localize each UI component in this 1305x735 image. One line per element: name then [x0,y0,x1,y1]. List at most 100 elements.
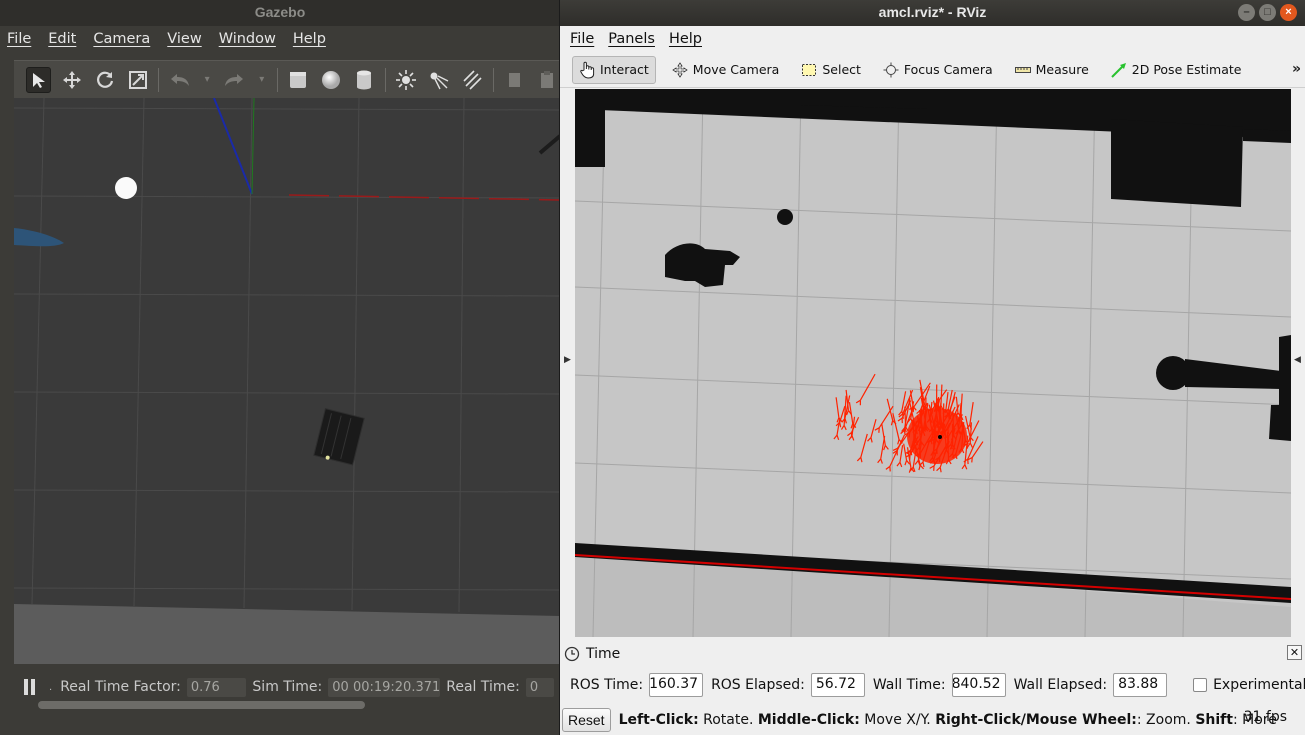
translate-icon[interactable] [59,67,84,93]
sim-time-label: Sim Time: [252,679,323,695]
clock-icon [564,646,580,662]
gazebo-bottom-border [0,712,560,735]
tool-focus-camera[interactable]: Focus Camera [877,56,999,84]
experimental-label: Experimental [1213,677,1305,693]
copy-icon[interactable] [502,67,527,93]
redo-icon[interactable] [222,67,247,93]
real-time-label: Real Time: [446,679,520,695]
pause-icon[interactable] [24,679,35,695]
rviz-toolbar: Interact Move Camera Select Focus Camera… [560,52,1305,88]
scale-icon[interactable] [125,67,150,93]
tool-2d-pose-estimate[interactable]: 2D Pose Estimate [1105,56,1248,84]
rtf-label: Real Time Factor: [60,679,181,695]
rviz-title: amcl.rviz* - RViz [878,4,987,20]
tool-move-camera-label: Move Camera [692,62,780,77]
sim-time-value: 00 00:19:20.371 [328,677,440,697]
box-icon[interactable] [285,67,310,93]
gazebo-menu-window[interactable]: Window [214,31,281,47]
undo-icon[interactable] [167,67,192,93]
tool-interact[interactable]: Interact [572,55,656,84]
window-controls: – □ × [1238,4,1297,21]
left-dock-toggle[interactable]: ▶ [560,89,575,637]
ros-elapsed-label: ROS Elapsed: [711,677,805,693]
rviz-menu-help[interactable]: Help [664,31,707,47]
hand-icon [580,61,595,79]
rtf-value: 0.76 [186,677,247,697]
tool-measure-label: Measure [1035,62,1089,77]
time-panel-header: Time ✕ [560,643,1305,665]
tool-select-label: Select [822,62,861,77]
more-tools-icon[interactable]: » [1292,61,1301,77]
rviz-menu-file[interactable]: File [565,31,599,47]
gazebo-menu-help[interactable]: Help [288,31,331,47]
toolbar-separator [276,67,278,92]
left-click-hint-text: Rotate. [698,712,758,728]
gazebo-window: Gazebo File Edit Camera View Window Help… [0,0,560,735]
rviz-statusbar: Reset Left-Click: Rotate. Middle-Click: … [562,707,1277,733]
expand-left-icon: ▶ [564,355,571,365]
toolbar-separator [158,67,160,92]
wall-elapsed-label: Wall Elapsed: [1013,677,1108,693]
rviz-menu-panels[interactable]: Panels [603,31,660,47]
ros-elapsed-field[interactable]: 56.72 [810,673,865,697]
gazebo-menu-edit[interactable]: Edit [43,31,81,47]
paste-icon[interactable] [535,67,560,93]
left-click-hint-key: Left-Click: [618,712,699,728]
expand-right-icon: ◀ [1294,355,1301,365]
gazebo-3d-viewport[interactable] [14,98,560,664]
pose-arrow-icon [1111,62,1126,78]
ruler-icon [1014,66,1031,73]
rviz-render-panel[interactable] [575,89,1291,637]
directional-light-icon[interactable] [460,67,485,93]
experimental-checkbox[interactable] [1193,678,1208,692]
maximize-icon[interactable]: □ [1259,4,1276,21]
gazebo-menu-view[interactable]: View [162,31,206,47]
gazebo-menu-file[interactable]: File [2,31,36,47]
rviz-menubar: File Panels Help [560,26,1305,52]
sphere-model [115,177,137,199]
middle-click-hint-key: Middle-Click: [757,712,860,728]
gazebo-title: Gazebo [0,0,560,26]
wall-time-field[interactable]: 9840.52 [951,673,1006,697]
wall-elapsed-field[interactable]: 83.88 [1113,673,1168,697]
toolbar-separator [384,67,386,92]
right-dock-toggle[interactable]: ◀ [1291,89,1305,637]
tool-2d-pose-estimate-label: 2D Pose Estimate [1131,62,1242,77]
gazebo-toolbar: ▾ ▾ [14,60,560,98]
gazebo-left-panel-handle[interactable] [0,60,14,710]
sphere-icon[interactable] [319,67,344,93]
tool-move-camera[interactable]: Move Camera [666,56,786,84]
ros-time-field[interactable]: 1160.37 [649,673,704,697]
reset-button[interactable]: Reset [562,708,611,732]
tool-interact-label: Interact [600,62,649,77]
point-light-icon[interactable] [394,67,419,93]
gazebo-menu-camera[interactable]: Camera [88,31,155,47]
tool-select[interactable]: Select [795,56,867,84]
toolbar-separator [492,67,494,92]
redo-dropdown-icon[interactable]: ▾ [255,67,269,93]
step-icon[interactable]: . [49,682,52,693]
cylinder-icon[interactable] [352,67,377,93]
minimize-icon[interactable]: – [1238,4,1255,21]
select-box-icon [802,63,817,76]
rotate-icon[interactable] [92,67,117,93]
undo-dropdown-icon[interactable]: ▾ [200,67,214,93]
tool-measure[interactable]: Measure [1009,56,1095,84]
rviz-window: amcl.rviz* - RViz – □ × File Panels Help… [559,0,1305,735]
robot-position-marker [938,435,942,439]
move-camera-icon [672,61,688,78]
real-time-value: 0 [525,677,554,697]
right-click-hint-text: : Zoom. [1136,712,1196,728]
ros-time-label: ROS Time: [570,677,644,693]
time-panel-title: Time [586,646,621,662]
focus-camera-icon [883,62,899,77]
gazebo-horizontal-scrollbar[interactable] [38,701,365,709]
spot-light-icon[interactable] [427,67,452,93]
fps-counter: 31 fps [1243,709,1287,725]
middle-click-hint-text: Move X/Y. [859,712,936,728]
select-arrow-icon[interactable] [26,66,52,93]
rviz-titlebar: amcl.rviz* - RViz – □ × [560,0,1305,26]
close-panel-icon[interactable]: ✕ [1287,645,1302,660]
time-panel-row: ROS Time: 1160.37 ROS Elapsed: 56.72 Wal… [570,672,1305,698]
close-icon[interactable]: × [1280,4,1297,21]
